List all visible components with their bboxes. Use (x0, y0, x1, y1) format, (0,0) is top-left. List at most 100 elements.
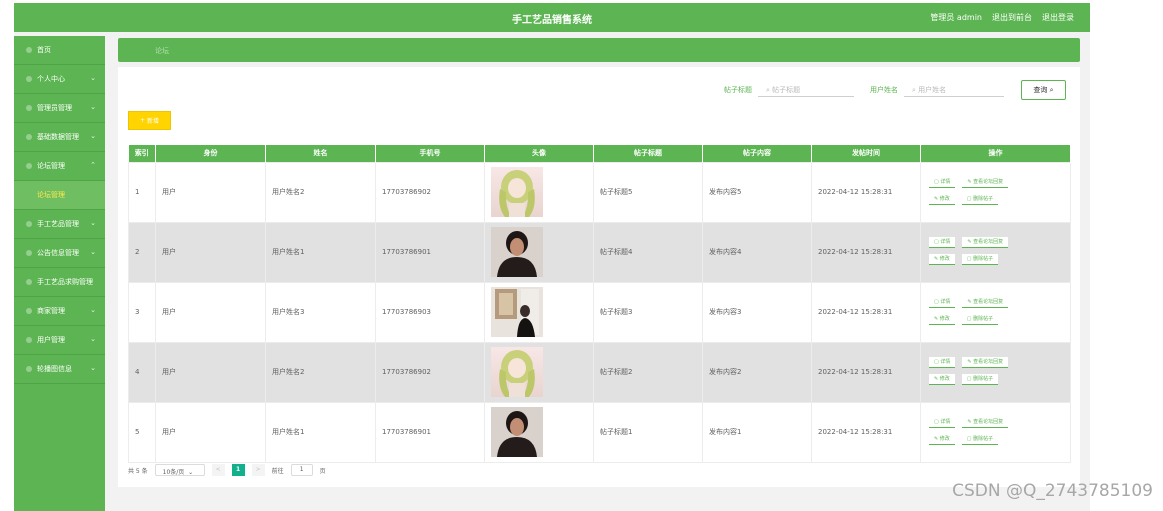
app-title: 手工艺品销售系统 (512, 15, 592, 26)
view-reply-button[interactable]: ✎ 查看论坛回复 (962, 236, 1009, 248)
search-icon: ⌕ (766, 86, 770, 94)
sidebar-item-label: 论坛管理 (37, 162, 65, 170)
detail-button[interactable]: ▢ 详情 (929, 296, 956, 308)
column-header: 索引 (128, 145, 156, 162)
column-header: 帖子内容 (702, 145, 812, 162)
view-reply-button[interactable]: ✎ 查看论坛回复 (962, 356, 1009, 368)
detail-button[interactable]: ▢ 详情 (929, 176, 956, 188)
post-title-placeholder: 帖子标题 (772, 86, 801, 94)
sidebar-item[interactable]: 手工艺品求购管理 (14, 268, 105, 297)
post-title-input[interactable]: ⌕ 帖子标题 (758, 83, 854, 97)
sidebar-item-label: 个人中心 (37, 75, 65, 83)
edit-label: 修改 (939, 316, 950, 322)
sidebar-item[interactable]: 个人中心 ⌄ (14, 65, 105, 94)
action-row: ▢ 详情 ✎ 查看论坛回复 (929, 176, 1070, 188)
edit-button[interactable]: ✎ 修改 (929, 373, 955, 385)
avatar (484, 401, 594, 463)
edit-button[interactable]: ✎ 修改 (929, 433, 955, 445)
sidebar-item[interactable]: 论坛管理 ⌃ (14, 152, 105, 181)
next-page-button[interactable]: > (251, 464, 265, 476)
delete-label: 删除帖子 (973, 256, 994, 262)
action-row: ✎ 修改 ▢ 删除帖子 (929, 193, 1070, 205)
goto-page-input[interactable]: 1 (290, 464, 313, 476)
edit-button[interactable]: ✎ 修改 (929, 253, 955, 265)
delete-button[interactable]: ▢ 删除帖子 (961, 253, 999, 265)
view-reply-button[interactable]: ✎ 查看论坛回复 (962, 176, 1009, 188)
edit-button[interactable]: ✎ 修改 (929, 193, 955, 205)
delete-button[interactable]: ▢ 删除帖子 (961, 193, 999, 205)
action-row: ▢ 详情 ✎ 查看论坛回复 (929, 416, 1070, 428)
chevron-icon: ⌄ (90, 74, 96, 82)
sidebar-item-label: 首页 (37, 46, 51, 54)
sidebar-item-label: 手工艺品管理 (37, 220, 79, 228)
main-content: 论坛 帖子标题 ⌕ 帖子标题 用户姓名 ⌕ 用户姓名 查询 ⌕ + 新增 索引 … (118, 38, 1080, 488)
detail-button[interactable]: ▢ 详情 (929, 356, 956, 368)
sidebar-item[interactable]: 论坛管理 (14, 181, 105, 210)
detail-label: 详情 (940, 179, 951, 185)
sidebar-item[interactable]: 基础数据管理 ⌄ (14, 123, 105, 152)
menu-icon (26, 105, 32, 111)
sidebar-item[interactable]: 商家管理 ⌄ (14, 297, 105, 326)
menu-icon (26, 163, 32, 169)
table-row: 5 用户 用户姓名1 17703786901 帖子标题1 发布内容1 2022-04-12 … (128, 401, 1071, 463)
app-frame: 手工艺品销售系统 管理员 admin 退出到前台 退出登录 首页个人中心 ⌄ 管理员… (14, 3, 1090, 511)
cell-actions: ▢ 详情 ✎ 查看论坛回复 ✎ 修改 ▢ 删除帖子 (920, 281, 1071, 343)
sidebar-item-label: 用户管理 (37, 336, 65, 344)
sidebar-item-label: 手工艺品求购管理 (37, 278, 93, 286)
add-label: 新增 (146, 118, 159, 125)
prev-page-button[interactable]: < (211, 464, 225, 476)
user-name-placeholder: 用户姓名 (918, 86, 947, 94)
cell-phone: 17703786902 (375, 341, 485, 403)
page-size-select[interactable]: 10条/页 ⌄ (154, 464, 205, 476)
search-bar: 帖子标题 ⌕ 帖子标题 用户姓名 ⌕ 用户姓名 查询 ⌕ (724, 80, 1066, 100)
sidebar-item-label: 轮播图信息 (37, 365, 72, 373)
cell-name: 用户姓名2 (265, 341, 376, 403)
cell-phone: 17703786901 (375, 221, 485, 283)
exit-to-front-link[interactable]: 退出到前台 (992, 12, 1032, 23)
cell-time: 2022-04-12 15:28:31 (811, 281, 921, 343)
cell-phone: 17703786901 (375, 401, 485, 463)
detail-button[interactable]: ▢ 详情 (929, 416, 956, 428)
query-label: 查询 (1033, 86, 1048, 94)
cell-role: 用户 (155, 281, 266, 343)
delete-button[interactable]: ▢ 删除帖子 (961, 373, 999, 385)
sidebar-item-label: 公告信息管理 (37, 249, 79, 257)
delete-button[interactable]: ▢ 删除帖子 (961, 313, 999, 325)
menu-icon (26, 308, 32, 314)
sidebar-item-label: 基础数据管理 (37, 133, 79, 141)
chevron-icon: ⌃ (90, 161, 96, 169)
breadcrumb: 论坛 (118, 38, 1080, 62)
top-bar: 手工艺品销售系统 管理员 admin 退出到前台 退出登录 (14, 3, 1090, 32)
view-reply-label: 查看论坛回复 (973, 419, 1004, 425)
action-row: ▢ 详情 ✎ 查看论坛回复 (929, 296, 1070, 308)
logout-link[interactable]: 退出登录 (1042, 12, 1074, 23)
current-page[interactable]: 1 (231, 464, 245, 476)
edit-label: 修改 (939, 256, 950, 262)
cell-name: 用户姓名1 (265, 221, 376, 283)
detail-label: 详情 (940, 359, 951, 365)
sidebar-item[interactable]: 轮播图信息 ⌄ (14, 355, 105, 384)
add-button[interactable]: + 新增 (128, 111, 171, 130)
edit-button[interactable]: ✎ 修改 (929, 313, 955, 325)
chevron-icon: ⌄ (90, 335, 96, 343)
delete-button[interactable]: ▢ 删除帖子 (961, 433, 999, 445)
column-header: 发帖时间 (811, 145, 921, 162)
avatar (484, 161, 594, 223)
view-reply-button[interactable]: ✎ 查看论坛回复 (962, 416, 1009, 428)
query-button[interactable]: 查询 ⌕ (1021, 80, 1066, 100)
action-row: ✎ 修改 ▢ 删除帖子 (929, 373, 1070, 385)
cell-title: 帖子标题4 (593, 221, 703, 283)
sidebar-item[interactable]: 管理员管理 ⌄ (14, 94, 105, 123)
detail-label: 详情 (940, 239, 951, 245)
sidebar-item[interactable]: 首页 (14, 36, 105, 65)
cell-index: 2 (128, 221, 156, 283)
view-reply-button[interactable]: ✎ 查看论坛回复 (962, 296, 1009, 308)
user-name-input[interactable]: ⌕ 用户姓名 (904, 83, 1004, 97)
detail-button[interactable]: ▢ 详情 (929, 236, 956, 248)
sidebar-item[interactable]: 公告信息管理 ⌄ (14, 239, 105, 268)
sidebar-item[interactable]: 手工艺品管理 ⌄ (14, 210, 105, 239)
column-header: 身份 (155, 145, 266, 162)
cell-actions: ▢ 详情 ✎ 查看论坛回复 ✎ 修改 ▢ 删除帖子 (920, 161, 1071, 223)
sidebar-item[interactable]: 用户管理 ⌄ (14, 326, 105, 355)
post-title-label: 帖子标题 (724, 86, 752, 94)
